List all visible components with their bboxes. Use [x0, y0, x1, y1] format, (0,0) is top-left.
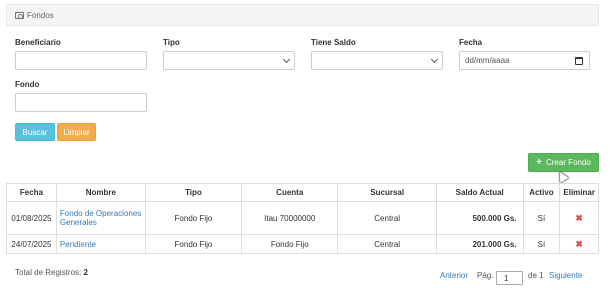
- fondo-label: Fondo: [15, 80, 40, 89]
- col-activo[interactable]: Activo: [522, 183, 561, 202]
- cell-eliminar: ✖: [559, 201, 599, 235]
- fecha-input[interactable]: dd/mm/aaaa: [459, 51, 590, 70]
- calendar-icon[interactable]: [575, 57, 583, 65]
- table-row: 01/08/2025 Fondo de Operaciones Generale…: [6, 201, 599, 235]
- col-cuenta[interactable]: Cuenta: [240, 183, 339, 202]
- table-row: 24/07/2025 Pendiente Fondo Fijo Fondo Fi…: [6, 234, 599, 254]
- table-header-row: Fecha Nombre Tipo Cuenta Sucursal Saldo …: [6, 183, 599, 202]
- cell-nombre-link[interactable]: Pendiente: [55, 234, 146, 254]
- buscar-button[interactable]: Buscar: [15, 123, 55, 141]
- cell-activo: Sí: [522, 201, 561, 235]
- cell-sucursal: Central: [337, 234, 437, 254]
- col-fecha[interactable]: Fecha: [6, 183, 57, 202]
- delete-icon[interactable]: ✖: [575, 239, 583, 249]
- chevron-down-icon: [430, 55, 439, 64]
- col-eliminar: Eliminar: [559, 183, 599, 202]
- col-tipo[interactable]: Tipo: [144, 183, 243, 202]
- cell-saldo: 500.000 Gs.: [435, 201, 524, 235]
- cell-fecha: 01/08/2025: [6, 201, 57, 235]
- plus-icon: +: [536, 157, 542, 168]
- cell-sucursal: Central: [337, 201, 437, 235]
- panel-title: Fondos: [27, 10, 54, 20]
- page-number-input[interactable]: 1: [496, 271, 523, 285]
- col-nombre[interactable]: Nombre: [55, 183, 146, 202]
- chevron-down-icon: [282, 55, 291, 64]
- beneficiario-label: Beneficiario: [15, 38, 61, 47]
- cell-cuenta: Fondo Fijo: [240, 234, 339, 254]
- cell-tipo: Fondo Fijo: [144, 234, 243, 254]
- tiene-saldo-label: Tiene Saldo: [311, 38, 356, 47]
- fecha-placeholder: dd/mm/aaaa: [465, 56, 510, 65]
- total-label: Total de Registros:: [15, 268, 82, 277]
- fondos-table: Fecha Nombre Tipo Cuenta Sucursal Saldo …: [6, 183, 599, 254]
- total-count: 2: [83, 268, 88, 277]
- fondo-input[interactable]: [15, 93, 147, 112]
- col-saldo-actual[interactable]: Saldo Actual: [435, 183, 524, 202]
- cell-nombre-link[interactable]: Fondo de Operaciones Generales: [55, 201, 146, 235]
- page-total-label: de 1: [528, 271, 544, 280]
- cell-tipo: Fondo Fijo: [144, 201, 243, 235]
- fecha-label: Fecha: [459, 38, 483, 47]
- tipo-select[interactable]: [163, 51, 295, 70]
- cell-eliminar: ✖: [559, 234, 599, 254]
- siguiente-link[interactable]: Siguiente: [549, 271, 582, 280]
- money-icon: [15, 11, 24, 19]
- panel-header: Fondos: [6, 4, 599, 26]
- cell-fecha: 24/07/2025: [6, 234, 57, 254]
- tipo-label: Tipo: [163, 38, 180, 47]
- pag-label: Pág.: [477, 271, 494, 280]
- limpiar-button[interactable]: Limpiar: [57, 123, 96, 141]
- total-registros: Total de Registros: 2: [15, 268, 88, 277]
- cell-activo: Sí: [522, 234, 561, 254]
- delete-icon[interactable]: ✖: [575, 213, 583, 223]
- crear-fondo-label: Crear Fondo: [545, 158, 591, 167]
- tiene-saldo-select[interactable]: [311, 51, 443, 70]
- col-sucursal[interactable]: Sucursal: [337, 183, 437, 202]
- beneficiario-input[interactable]: [15, 51, 147, 70]
- cell-saldo: 201.000 Gs.: [435, 234, 524, 254]
- cell-cuenta: Itau 70000000: [240, 201, 339, 235]
- anterior-link[interactable]: Anterior: [440, 271, 468, 280]
